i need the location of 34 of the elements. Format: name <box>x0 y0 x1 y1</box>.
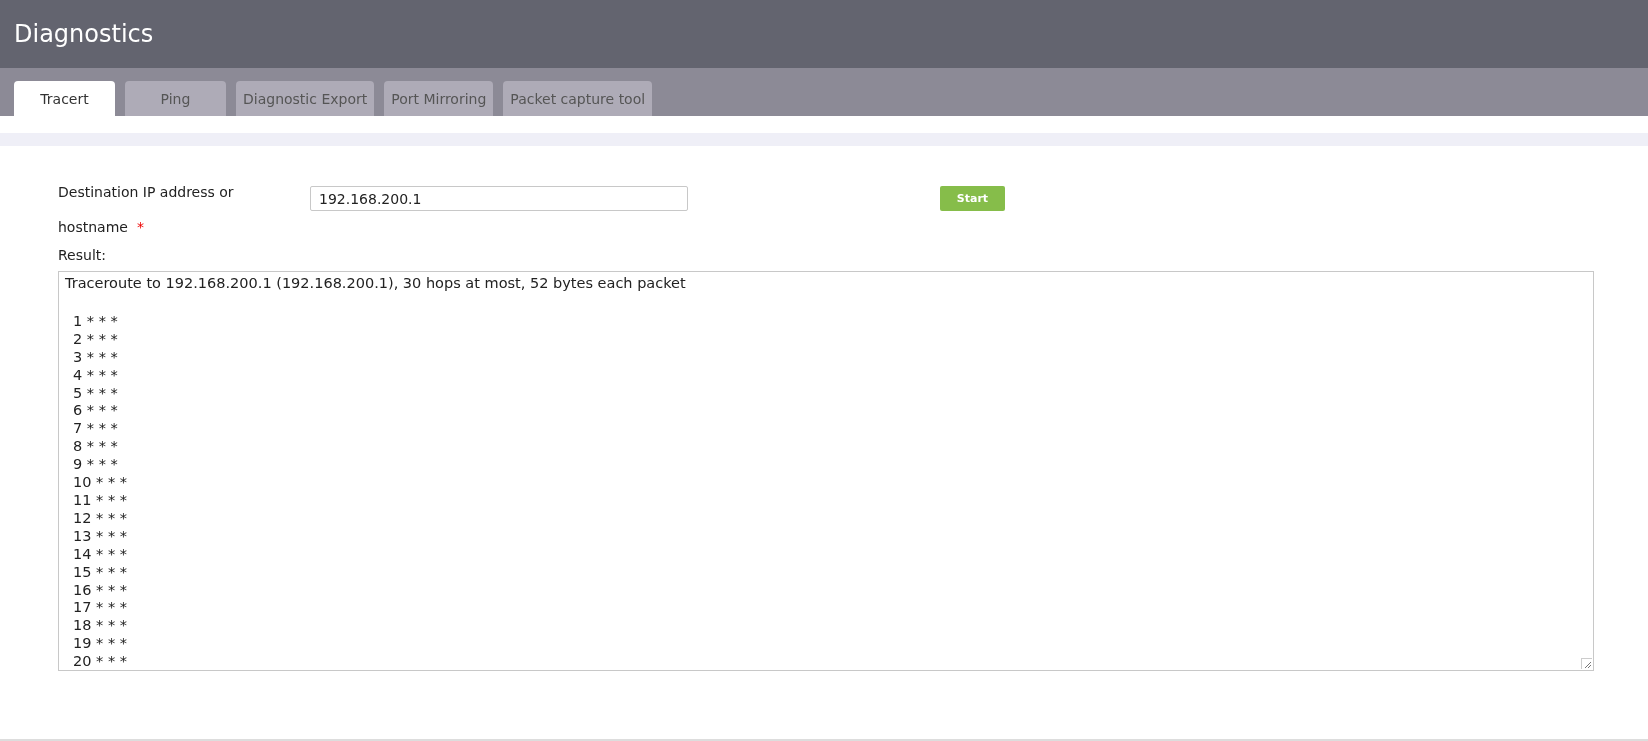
output-line: 18 * * * <box>73 617 128 636</box>
output-line: 8 * * * <box>73 438 118 457</box>
output-line: 20 * * * <box>73 653 128 672</box>
output-line: 15 * * * <box>73 563 128 582</box>
required-mark: * <box>136 219 144 235</box>
output-line: 4 * * * <box>73 366 118 385</box>
destination-label: Destination IP address or <box>58 184 234 200</box>
destination-label: hostname <box>58 219 128 235</box>
destination-input[interactable]: 192.168.200.1 <box>310 186 688 211</box>
result-label: Result: <box>58 247 107 263</box>
tab[interactable]: Port Mirroring <box>384 81 494 116</box>
tab[interactable]: Ping <box>125 81 226 116</box>
output-line: 11 * * * <box>73 491 128 510</box>
start-button[interactable]: Start <box>940 186 1005 211</box>
tab[interactable]: Tracert <box>14 81 115 116</box>
output-line: 10 * * * <box>73 474 128 492</box>
tab[interactable]: Diagnostic Export <box>236 81 375 116</box>
output-line: 7 * * * <box>73 420 118 439</box>
resize-grip-icon[interactable] <box>1581 658 1592 669</box>
output-line: Traceroute to 192.168.200.1 (192.168.200.1), 30 hops at most, 52 bytes each packet <box>65 275 686 293</box>
output-line: 19 * * * <box>73 635 128 654</box>
output-line: 9 * * * <box>73 456 118 475</box>
output-line: 16 * * * <box>73 581 128 600</box>
output-line: 5 * * * <box>73 384 118 403</box>
page-title: Diagnostics <box>14 20 154 48</box>
output-line: 3 * * * <box>73 348 118 367</box>
output-line: 14 * * * <box>73 545 128 564</box>
output-line: 2 * * * <box>73 330 118 349</box>
output-line: 12 * * * <box>73 509 128 528</box>
output-line: 17 * * * <box>73 599 128 618</box>
tab[interactable]: Packet capture tool <box>503 81 653 116</box>
output-line: 1 * * * <box>73 312 118 331</box>
output-line: 6 * * * <box>73 402 118 421</box>
output-line: 13 * * * <box>73 527 128 546</box>
